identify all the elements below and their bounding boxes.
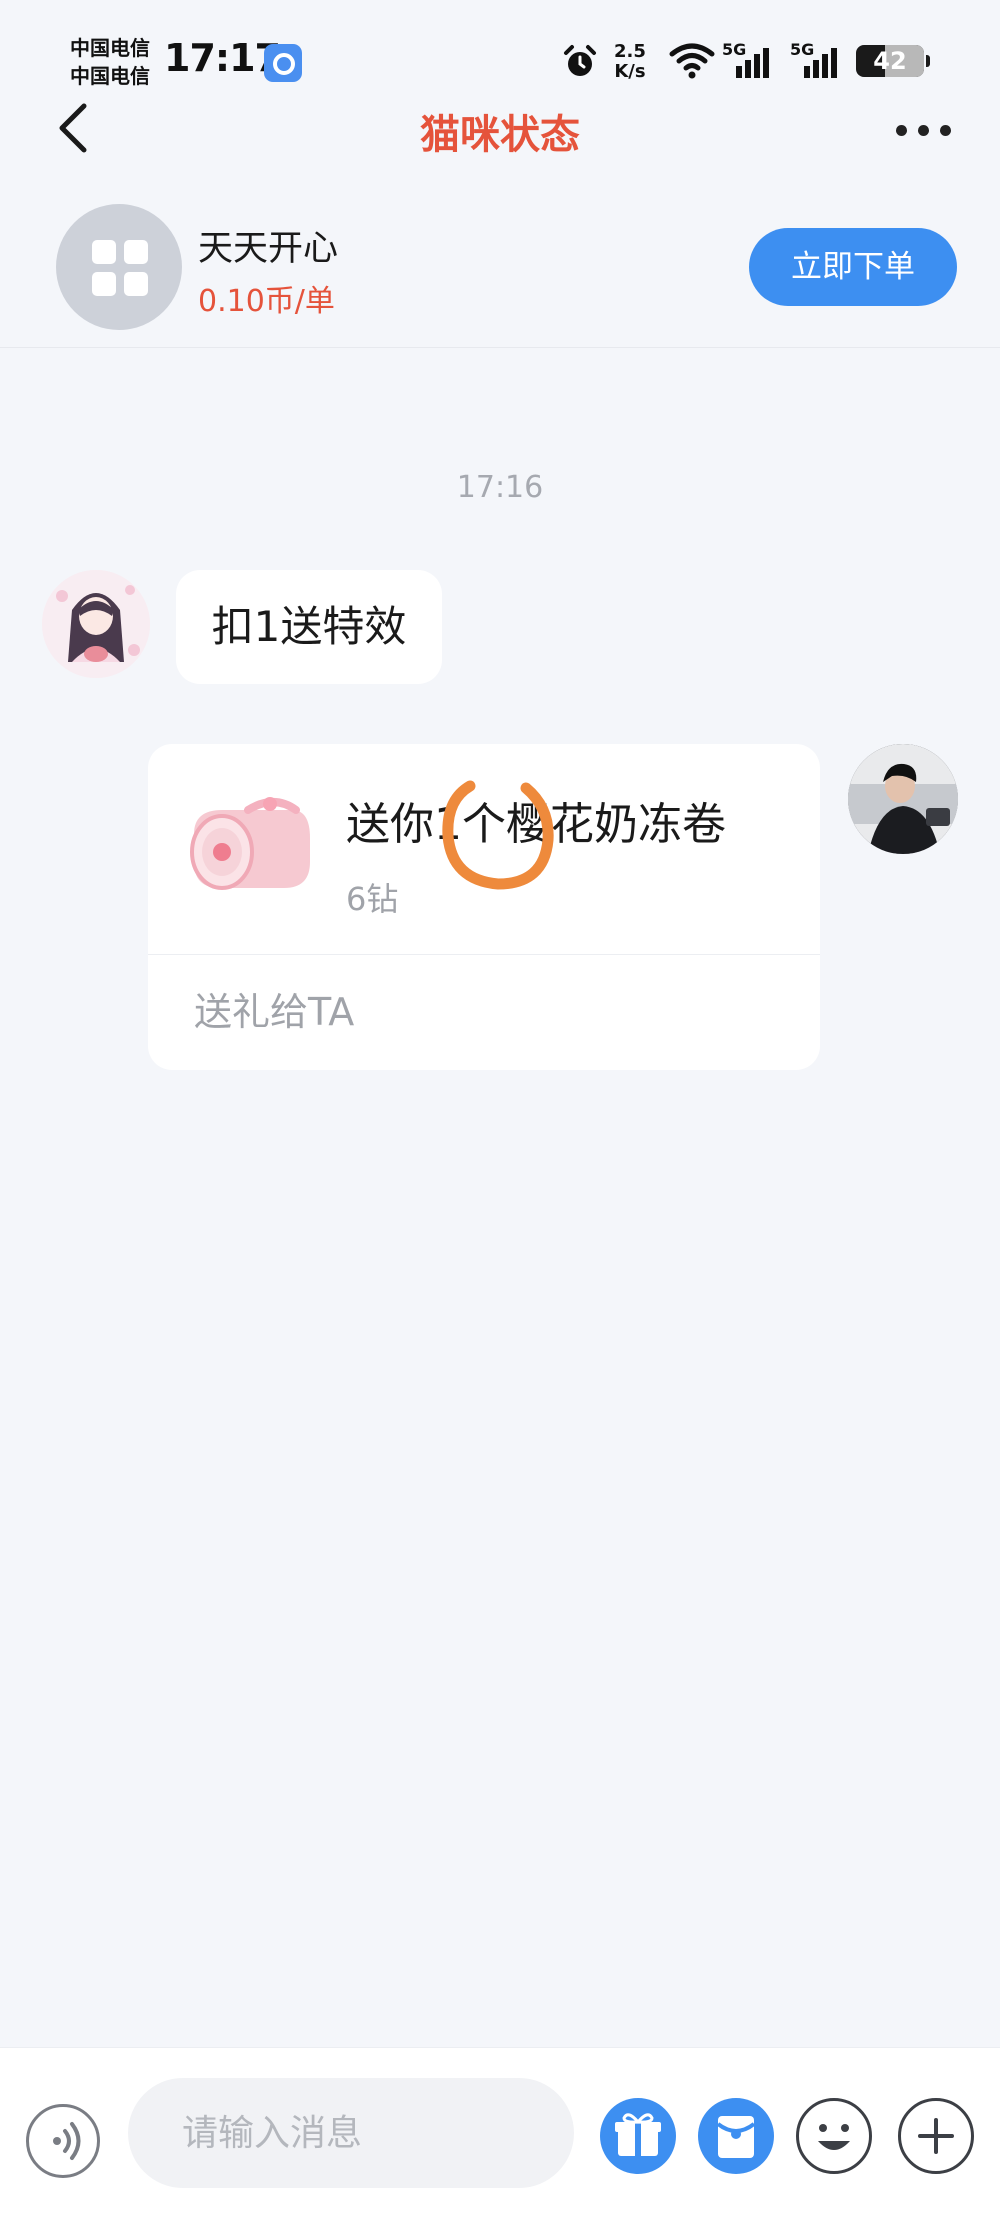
apps-grid-icon bbox=[92, 240, 148, 296]
gift-button[interactable] bbox=[600, 2098, 676, 2174]
carrier-label: 中国电信 中国电信 bbox=[70, 34, 150, 90]
battery-icon: 42 bbox=[856, 45, 924, 77]
wifi-icon bbox=[669, 43, 715, 79]
carrier-2: 中国电信 bbox=[70, 64, 150, 88]
alarm-icon bbox=[564, 45, 596, 76]
message-input[interactable] bbox=[128, 2078, 574, 2188]
anime-girl-avatar-icon bbox=[42, 570, 150, 678]
gift-price: 6钻 bbox=[346, 880, 399, 918]
voice-icon bbox=[53, 2122, 81, 2160]
carrier-1: 中国电信 bbox=[70, 36, 150, 60]
net-speed-unit: K/s bbox=[614, 61, 646, 82]
cake-roll-icon bbox=[190, 797, 310, 890]
status-bar: 中国电信 中国电信 17:17 2.5 K/s 5G 5G 42 bbox=[0, 0, 1000, 110]
red-packet-icon bbox=[716, 2116, 756, 2158]
battery-nub bbox=[926, 55, 930, 67]
plus-button[interactable] bbox=[898, 2098, 974, 2174]
status-time: 17:17 bbox=[164, 36, 281, 80]
send-gift-link[interactable]: 送礼给TA bbox=[194, 954, 354, 1070]
more-button[interactable] bbox=[888, 108, 958, 148]
avatar[interactable] bbox=[42, 570, 150, 678]
battery-level: 42 bbox=[873, 47, 907, 75]
user-photo-avatar-icon bbox=[848, 744, 958, 854]
signal-icon: 5G bbox=[722, 40, 786, 80]
page-title: 猫咪状态 bbox=[420, 112, 580, 158]
shop-price: 0.10币/单 bbox=[198, 284, 335, 319]
voice-button[interactable] bbox=[26, 2104, 100, 2178]
signal-icon: 5G bbox=[790, 40, 854, 80]
net-speed: 2.5 K/s bbox=[614, 42, 646, 82]
shop-name: 天天开心 bbox=[198, 229, 339, 269]
gift-icon bbox=[615, 2113, 661, 2156]
order-now-button[interactable]: 立即下单 bbox=[749, 228, 957, 306]
shop-avatar[interactable] bbox=[56, 204, 182, 330]
app-badge-icon bbox=[264, 44, 302, 82]
red-packet-button[interactable] bbox=[698, 2098, 774, 2174]
input-bar bbox=[0, 2047, 1000, 2215]
emoji-button[interactable] bbox=[796, 2098, 872, 2174]
chat-timestamp: 17:16 bbox=[456, 470, 544, 505]
message-bubble: 扣1送特效 bbox=[176, 570, 442, 684]
hand-drawn-circle-annotation bbox=[442, 780, 554, 890]
plus-icon bbox=[918, 2118, 954, 2154]
emoji-icon bbox=[818, 2124, 850, 2150]
avatar[interactable] bbox=[848, 744, 958, 854]
shop-header: 天天开心 0.10币/单 立即下单 bbox=[0, 190, 1000, 348]
net-speed-value: 2.5 bbox=[614, 41, 646, 62]
